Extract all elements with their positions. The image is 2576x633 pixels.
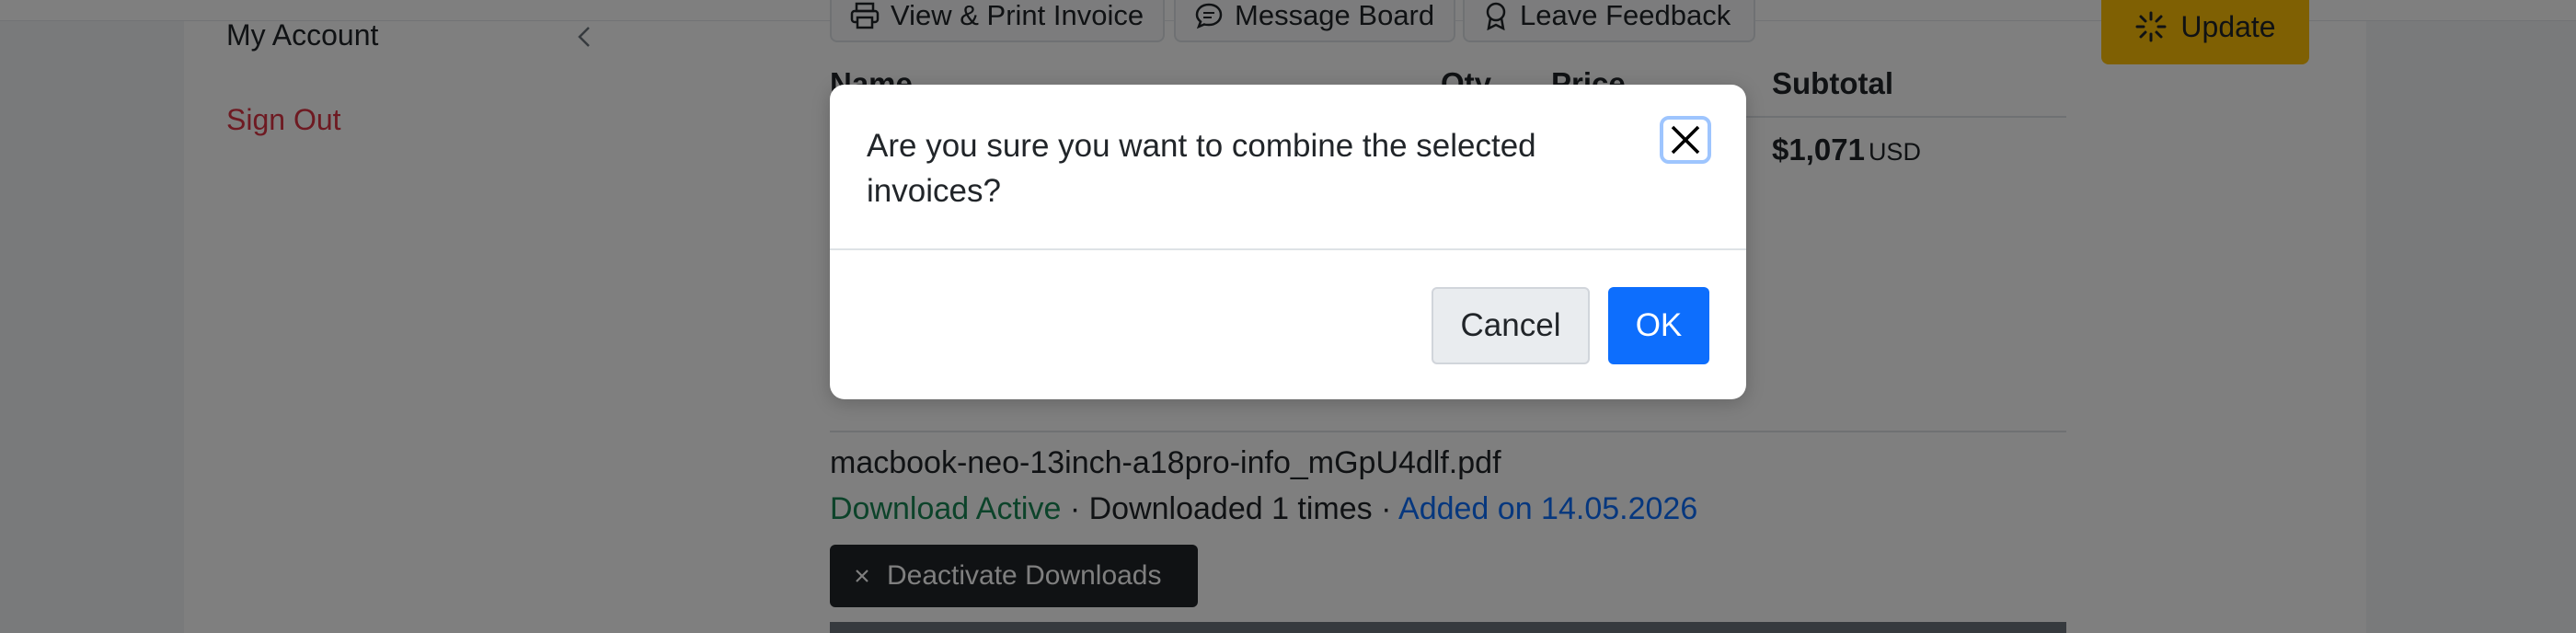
ok-button[interactable]: OK <box>1608 287 1709 364</box>
modal-divider <box>830 248 1746 250</box>
close-icon <box>1669 123 1702 156</box>
confirm-dialog: Are you sure you want to combine the sel… <box>830 85 1746 399</box>
close-button[interactable] <box>1660 116 1711 164</box>
confirm-message: Are you sure you want to combine the sel… <box>867 128 1536 209</box>
cancel-button[interactable]: Cancel <box>1432 287 1590 364</box>
